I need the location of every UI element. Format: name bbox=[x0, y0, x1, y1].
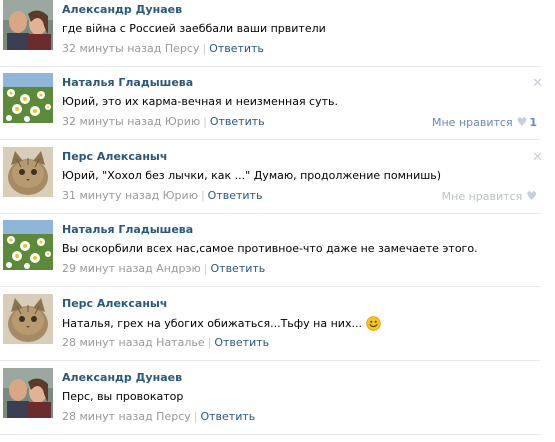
comment-text: Наталья, грех на убогих обижаться...Тьфу… bbox=[62, 316, 381, 331]
comment-divider bbox=[0, 434, 540, 435]
reply-link[interactable]: Ответить bbox=[210, 115, 265, 128]
comment-author-link[interactable]: Александр Дунаев bbox=[62, 3, 182, 16]
comment-timestamp[interactable]: 28 минут назад Персу bbox=[62, 410, 191, 423]
reply-link[interactable]: Ответить bbox=[209, 42, 264, 55]
meta-separator: | bbox=[203, 115, 207, 128]
like-label: Мне нравится bbox=[441, 190, 523, 203]
comment-divider bbox=[0, 66, 540, 67]
comment-text: где війна с Россией заеббали ваши првите… bbox=[62, 22, 326, 35]
comment-timestamp[interactable]: 32 минуты назад Персу bbox=[62, 42, 199, 55]
reply-link[interactable]: Ответить bbox=[214, 336, 269, 349]
comment-author-link[interactable]: Александр Дунаев bbox=[62, 371, 182, 384]
delete-comment-icon[interactable]: ✕ bbox=[532, 76, 543, 91]
comment-text: Перс, вы провокатор bbox=[62, 390, 183, 403]
comment-author-link[interactable]: Перс Алексаныч bbox=[62, 297, 167, 310]
like-count: 1 bbox=[529, 116, 537, 129]
comment-text-content: Юрий, "Хохол без лычки, как ..." Думаю, … bbox=[62, 169, 442, 182]
comment-text-content: где війна с Россией заеббали ваши првите… bbox=[62, 22, 326, 35]
comment-author-link[interactable]: Наталья Гладышева bbox=[62, 76, 193, 89]
comment-author-link[interactable]: Наталья Гладышева bbox=[62, 223, 193, 236]
comment-item: Наталья Гладышева Вы оскорбили всех нас,с… bbox=[0, 220, 545, 294]
comment-text-content: Перс, вы провокатор bbox=[62, 390, 184, 403]
avatar[interactable] bbox=[3, 294, 53, 344]
comment-text: Юрий, это их карма-вечная и неизменная с… bbox=[62, 95, 338, 108]
meta-separator: | bbox=[203, 262, 208, 275]
delete-comment-icon[interactable]: ✕ bbox=[532, 150, 543, 165]
comment-text: Юрий, "Хохол без лычки, как ..." Думаю, … bbox=[62, 169, 441, 182]
avatar[interactable] bbox=[3, 73, 53, 123]
meta-separator: | bbox=[207, 336, 212, 349]
comment-timestamp[interactable]: 31 минуту назад Юрию bbox=[62, 189, 198, 202]
comment-meta: 32 минуты назад Персу | Ответить bbox=[62, 42, 264, 55]
comment-timestamp[interactable]: 28 минут назад Наталье bbox=[62, 336, 205, 349]
comment-divider bbox=[0, 360, 540, 361]
comment-timestamp[interactable]: 32 минуты назад Юрию bbox=[62, 115, 200, 128]
comment-item: Перс Алексаныч Юрий, "Хохол без лычки, ка… bbox=[0, 147, 545, 221]
like-button[interactable]: Мне нравится ♥ bbox=[442, 189, 537, 203]
heart-icon: ♥ bbox=[526, 189, 537, 203]
comment-item: Александр Дунаев где війна с Россией заеб… bbox=[0, 0, 545, 74]
comment-item: Александр Дунаев Перс, вы провокатор 28 ми… bbox=[0, 368, 545, 442]
reply-link[interactable]: Ответить bbox=[211, 262, 266, 275]
smile-emoji-icon bbox=[366, 316, 381, 331]
comment-item: Наталья Гладышева Юрий, это их карма-вечн… bbox=[0, 73, 545, 147]
comment-divider bbox=[0, 139, 540, 140]
reply-link[interactable]: Ответить bbox=[208, 189, 263, 202]
meta-separator: | bbox=[200, 189, 205, 202]
meta-separator: | bbox=[193, 410, 198, 423]
comment-item: Перс Алексаныч Наталья, грех на убогих об… bbox=[0, 294, 545, 368]
like-button[interactable]: Мне нравится ♥ 1 bbox=[432, 115, 537, 129]
comment-text: Вы оскорбили всех нас,самое противное-чт… bbox=[62, 242, 478, 255]
avatar[interactable] bbox=[3, 0, 53, 50]
comment-author-link[interactable]: Перс Алексаныч bbox=[62, 150, 167, 163]
like-label: Мне нравится bbox=[432, 116, 513, 129]
comment-text-content: Вы оскорбили всех нас,самое противное-чт… bbox=[62, 242, 478, 255]
avatar[interactable] bbox=[3, 368, 53, 418]
comment-meta: 32 минуты назад Юрию | Ответить bbox=[62, 115, 265, 128]
comment-meta: 29 минут назад Андрэю | Ответить bbox=[62, 262, 265, 275]
comment-divider bbox=[0, 213, 540, 214]
avatar[interactable] bbox=[3, 220, 53, 270]
comment-text-content: Юрий, это их карма-вечная и неизменная с… bbox=[62, 95, 338, 108]
meta-separator: | bbox=[202, 42, 207, 55]
comment-timestamp[interactable]: 29 минут назад Андрэю bbox=[62, 262, 201, 275]
comment-divider bbox=[0, 286, 540, 287]
comment-meta: 31 минуту назад Юрию | Ответить bbox=[62, 189, 262, 202]
reply-link[interactable]: Ответить bbox=[200, 410, 255, 423]
comment-meta: 28 минут назад Персу | Ответить bbox=[62, 410, 255, 423]
heart-icon: ♥ bbox=[516, 115, 528, 129]
avatar[interactable] bbox=[3, 147, 53, 197]
comment-meta: 28 минут назад Наталье | Ответить bbox=[62, 336, 269, 349]
comment-text-content: Наталья, грех на убогих обижаться...Тьфу… bbox=[62, 317, 362, 330]
